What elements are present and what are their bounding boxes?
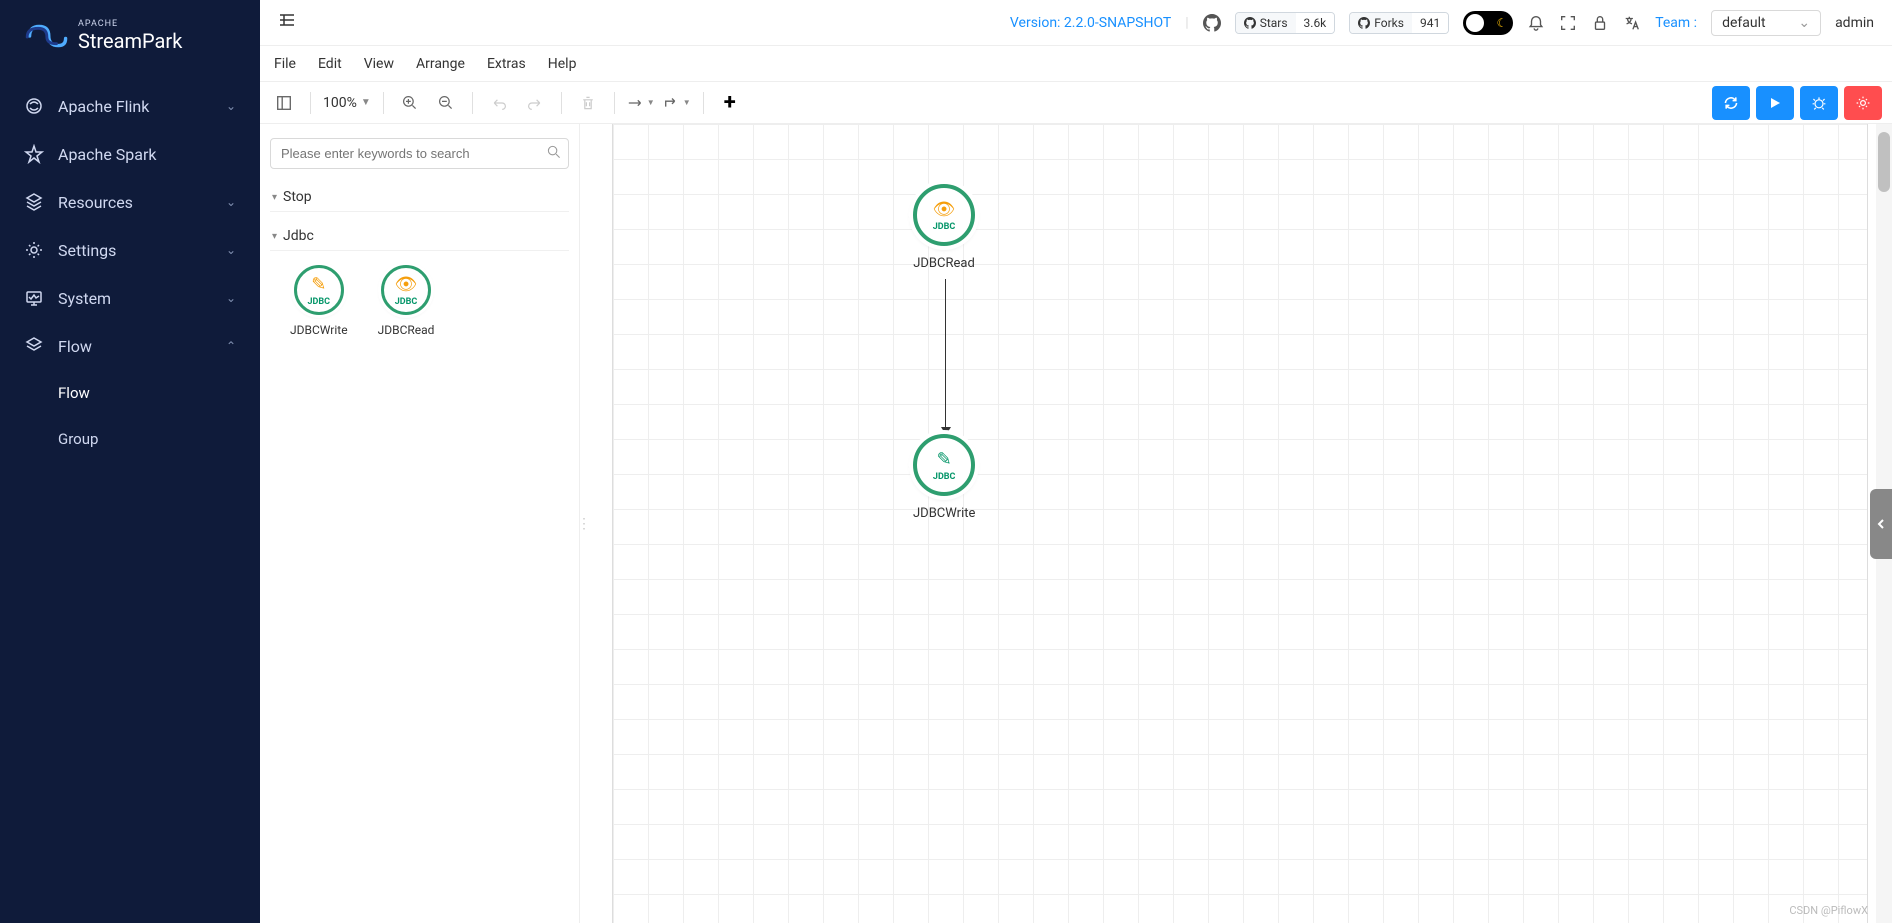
palette-search-input[interactable] bbox=[270, 138, 569, 169]
sidebar-item-resources[interactable]: Resources ⌄ bbox=[0, 178, 260, 226]
lock-icon[interactable] bbox=[1591, 14, 1609, 32]
debug-button[interactable] bbox=[1800, 86, 1838, 120]
team-select[interactable]: default ⌄ bbox=[1711, 10, 1821, 36]
component-palette: ▾ Stop ▾ Jdbc ✎ JDBC bbox=[260, 124, 580, 923]
spark-icon bbox=[24, 144, 44, 164]
sidebar-subitem-group[interactable]: Group bbox=[58, 416, 260, 462]
theme-toggle[interactable]: ☾ bbox=[1463, 11, 1513, 35]
menu-extras[interactable]: Extras bbox=[487, 56, 526, 72]
palette-resizer[interactable]: ⋮ bbox=[580, 124, 588, 923]
zoom-dropdown[interactable]: 100%▼ bbox=[323, 95, 371, 111]
menu-arrange[interactable]: Arrange bbox=[416, 56, 465, 72]
sidebar-item-label: Apache Flink bbox=[58, 97, 149, 116]
editor-menu: File Edit View Arrange Extras Help bbox=[260, 46, 1892, 82]
waypoint-style-button[interactable]: ▼ bbox=[663, 89, 691, 117]
moon-icon: ☾ bbox=[1496, 16, 1507, 30]
canvas-wrap: 👁 JDBC JDBCRead ✎ JDBC JDBCWrite bbox=[588, 124, 1892, 923]
user-menu[interactable]: admin bbox=[1835, 15, 1874, 31]
category-stop[interactable]: ▾ Stop bbox=[270, 183, 569, 212]
right-panel-toggle[interactable] bbox=[1870, 489, 1892, 559]
sidebar-item-spark[interactable]: Apache Spark bbox=[0, 130, 260, 178]
scrollbar-thumb[interactable] bbox=[1878, 132, 1890, 192]
sidebar-nav: Apache Flink ⌄ Apache Spark Resources ⌄ bbox=[0, 72, 260, 462]
logo[interactable]: APACHE StreamPark bbox=[0, 0, 260, 72]
reload-button[interactable] bbox=[1712, 86, 1750, 120]
chevron-down-icon: ⌄ bbox=[226, 99, 236, 113]
palette-node-jdbcwrite[interactable]: ✎ JDBC JDBCWrite bbox=[290, 265, 348, 337]
menu-view[interactable]: View bbox=[364, 56, 394, 72]
chevron-down-icon: ⌄ bbox=[226, 291, 236, 305]
undo-button[interactable] bbox=[485, 89, 513, 117]
flow-icon bbox=[24, 336, 44, 356]
sidebar-toggle-button[interactable] bbox=[278, 11, 296, 34]
pencil-icon: ✎ bbox=[937, 449, 952, 470]
settings-button[interactable] bbox=[1844, 86, 1882, 120]
sidebar-item-label: Settings bbox=[58, 241, 116, 260]
github-forks-badge[interactable]: Forks 941 bbox=[1349, 12, 1449, 34]
category-jdbc[interactable]: ▾ Jdbc bbox=[270, 222, 569, 251]
zoom-in-button[interactable] bbox=[396, 89, 424, 117]
chevron-down-icon: ⌄ bbox=[226, 243, 236, 257]
palette-node-jdbcread[interactable]: 👁 JDBC JDBCRead bbox=[378, 265, 435, 337]
menu-edit[interactable]: Edit bbox=[318, 56, 342, 72]
sidebar-item-label: System bbox=[58, 289, 111, 308]
menu-file[interactable]: File bbox=[274, 56, 296, 72]
menu-help[interactable]: Help bbox=[548, 56, 577, 72]
github-icon[interactable] bbox=[1203, 14, 1221, 32]
header: Version: 2.2.0-SNAPSHOT | Stars 3.6k For… bbox=[260, 0, 1892, 46]
chevron-down-icon: ⌄ bbox=[226, 195, 236, 209]
streampark-logo-icon bbox=[20, 12, 68, 60]
monitor-icon bbox=[24, 288, 44, 308]
chevron-down-icon: ▾ bbox=[272, 231, 277, 242]
delete-button[interactable] bbox=[574, 89, 602, 117]
flow-edge[interactable] bbox=[945, 279, 946, 434]
canvas-node-jdbcread[interactable]: 👁 JDBC JDBCRead bbox=[913, 184, 975, 271]
connection-style-button[interactable]: ▼ bbox=[627, 89, 655, 117]
zoom-out-button[interactable] bbox=[432, 89, 460, 117]
pencil-icon: ✎ bbox=[311, 274, 326, 295]
github-stars-badge[interactable]: Stars 3.6k bbox=[1235, 12, 1336, 34]
sidebar-item-system[interactable]: System ⌄ bbox=[0, 274, 260, 322]
team-label: Team : bbox=[1655, 15, 1697, 31]
fullscreen-icon[interactable] bbox=[1559, 14, 1577, 32]
sidebar-item-label: Resources bbox=[58, 193, 133, 212]
version-label[interactable]: Version: 2.2.0-SNAPSHOT bbox=[1010, 15, 1171, 31]
language-icon[interactable] bbox=[1623, 14, 1641, 32]
eye-icon: 👁 bbox=[395, 274, 418, 295]
chevron-down-icon: ▾ bbox=[272, 192, 277, 203]
search-icon[interactable] bbox=[547, 145, 561, 163]
flink-icon bbox=[24, 96, 44, 116]
sidebar-item-label: Apache Spark bbox=[58, 145, 156, 164]
flow-canvas[interactable]: 👁 JDBC JDBCRead ✎ JDBC JDBCWrite bbox=[612, 124, 1868, 923]
sidebar-item-settings[interactable]: Settings ⌄ bbox=[0, 226, 260, 274]
sidebar-item-label: Flow bbox=[58, 337, 92, 356]
watermark: CSDN @PiflowX bbox=[1789, 904, 1868, 917]
bell-icon[interactable] bbox=[1527, 14, 1545, 32]
gear-icon bbox=[24, 240, 44, 260]
sidebar: APACHE StreamPark Apache Flink ⌄ Apache … bbox=[0, 0, 260, 923]
toolbar: 100%▼ ▼ ▼ + bbox=[260, 82, 1892, 124]
chevron-down-icon: ⌄ bbox=[1798, 15, 1810, 31]
canvas-node-jdbcwrite[interactable]: ✎ JDBC JDBCWrite bbox=[913, 434, 975, 521]
eye-icon: 👁 bbox=[933, 199, 956, 220]
add-button[interactable]: + bbox=[716, 89, 744, 117]
layout-panel-button[interactable] bbox=[270, 89, 298, 117]
sidebar-item-flow[interactable]: Flow ⌃ bbox=[0, 322, 260, 370]
chevron-up-icon: ⌃ bbox=[226, 339, 236, 353]
run-button[interactable] bbox=[1756, 86, 1794, 120]
sidebar-item-flink[interactable]: Apache Flink ⌄ bbox=[0, 82, 260, 130]
resources-icon bbox=[24, 192, 44, 212]
sidebar-subitem-flow[interactable]: Flow bbox=[58, 370, 260, 416]
logo-name: StreamPark bbox=[78, 30, 182, 52]
redo-button[interactable] bbox=[521, 89, 549, 117]
